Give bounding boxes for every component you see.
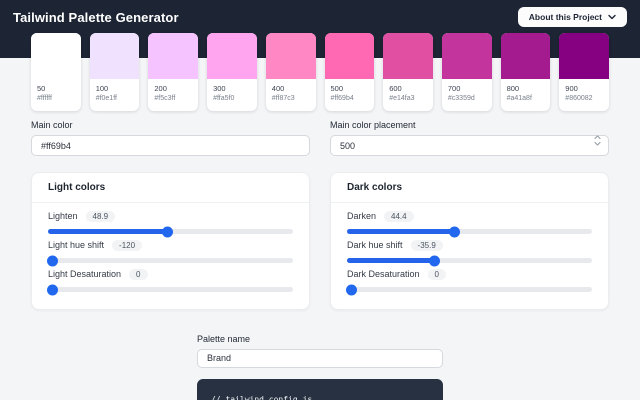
lighten-value-badge: 48.9 [85,210,116,222]
lighten-slider-thumb[interactable] [162,226,174,237]
swatch-hex: #e14fa3 [389,95,415,102]
light-hue-shift-slider-group: Light hue shift -120 [46,239,293,266]
swatch-hex: #ff87c3 [271,95,295,102]
swatch-200-color [148,33,199,79]
lighten-slider[interactable] [48,226,293,237]
page-title: Tailwind Palette Generator [13,9,179,25]
swatch-hex: #ffffff [37,95,52,102]
dark-hue-shift-slider[interactable] [347,255,592,266]
light-desaturation-slider-thumb[interactable] [46,284,58,295]
dark-desaturation-slider-group: Dark Desaturation 0 [345,268,592,295]
swatch-step: 50 [37,84,46,93]
swatch-step: 200 [154,84,167,93]
tailwind-config-code-block: // tailwind.config.js module.exports = {… [197,378,443,400]
light-hue-shift-value-badge: -120 [112,239,143,251]
dark-desaturation-slider[interactable] [345,284,592,295]
main-color-label: Main color [31,120,73,130]
swatch-step: 800 [506,84,520,93]
light-hue-shift-label: Light hue shift [48,240,105,250]
swatch-200[interactable]: 200 #f5c3ff [148,33,199,111]
lighten-slider-group: Lighten 48.9 [48,210,293,237]
darken-slider-thumb[interactable] [448,226,460,237]
swatch-hex: #a41a8f [506,95,532,102]
swatch-700-color [441,33,492,79]
swatch-50[interactable]: 50 #ffffff [31,33,81,111]
light-hue-shift-slider-fill [46,255,58,266]
light-desaturation-slider-group: Light Desaturation 0 [46,268,293,295]
dark-hue-shift-slider-thumb[interactable] [429,255,441,266]
code-line: // tailwind.config.js [211,394,313,400]
darken-slider[interactable] [347,226,592,237]
light-colors-title: Light colors [48,182,106,193]
swatch-step: 700 [447,84,461,93]
darken-value-badge: 44.4 [384,210,414,222]
swatch-800[interactable]: 800 #a41a8f [500,33,551,111]
light-desaturation-slider[interactable] [46,284,293,295]
swatch-600-color [383,33,433,79]
dark-hue-shift-value-badge: -35.9 [410,239,443,251]
swatch-400[interactable]: 400 #ff87c3 [265,33,316,111]
swatch-300[interactable]: 300 #ffa5f0 [207,33,257,111]
darken-slider-group: Darken 44.4 [347,210,592,237]
main-color-input[interactable] [31,135,310,156]
swatch-hex: #c3359d [447,95,475,102]
swatch-hex: #860082 [565,95,593,102]
darken-label: Darken [347,211,377,221]
dark-hue-shift-slider-group: Dark hue shift -35.9 [347,239,592,266]
light-desaturation-value-badge: 0 [129,268,148,280]
placement-select[interactable] [330,135,609,156]
dark-colors-card: Dark colors Darken 44.4 Dark hue shift -… [330,172,609,310]
palette-name-input[interactable] [197,348,443,368]
swatch-step: 400 [271,84,285,93]
swatch-step: 600 [389,84,402,93]
dark-hue-shift-slider-fill [347,255,441,266]
palette-name-label: Palette name [197,334,251,344]
swatch-500[interactable]: 500 #ff69b4 [324,33,375,111]
swatch-800-color [500,33,551,79]
chevron-down-icon [608,14,616,20]
dark-desaturation-label: Dark Desaturation [347,269,420,279]
swatch-hex: #ff69b4 [330,95,354,102]
swatch-hex: #f0e1ff [95,95,117,102]
swatch-hex: #ffa5f0 [213,95,235,102]
lighten-slider-fill [48,226,174,237]
swatch-100[interactable]: 100 #f0e1ff [89,33,140,111]
swatch-step: 500 [330,84,344,93]
dark-desaturation-slider-fill [345,284,357,295]
light-hue-shift-slider[interactable] [46,255,293,266]
dark-hue-shift-label: Dark hue shift [347,240,403,250]
swatch-900[interactable]: 900 #860082 [559,33,609,111]
swatch-400-color [265,33,316,79]
dark-colors-title: Dark colors [347,182,403,193]
swatch-900-color [559,33,609,79]
swatch-600[interactable]: 600 #e14fa3 [383,33,433,111]
swatch-hex: #f5c3ff [154,95,176,102]
light-desaturation-slider-fill [46,284,58,295]
about-project-button[interactable]: About this Project [517,7,627,27]
swatch-500-color [324,33,375,79]
swatch-step: 300 [213,84,226,93]
palette-swatch-row: 50 #ffffff 100 #f0e1ff 200 #f5c3ff 300 #ffa5… [31,33,609,111]
light-colors-card: Light colors Lighten 48.9 Light hue shif… [31,172,310,310]
light-hue-shift-slider-thumb[interactable] [46,255,58,266]
swatch-700[interactable]: 700 #c3359d [441,33,492,111]
dark-desaturation-slider-thumb[interactable] [345,284,357,295]
about-project-label: About this Project [528,12,602,22]
swatch-300-color [207,33,257,79]
swatch-50-color [31,33,81,79]
swatch-step: 900 [565,84,578,93]
darken-slider-fill [347,226,460,237]
placement-label: Main color placement [330,120,416,130]
dark-desaturation-value-badge: 0 [427,268,446,280]
swatch-100-color [89,33,140,79]
light-desaturation-label: Light Desaturation [48,269,122,279]
swatch-step: 100 [95,84,109,93]
lighten-label: Lighten [48,211,78,221]
